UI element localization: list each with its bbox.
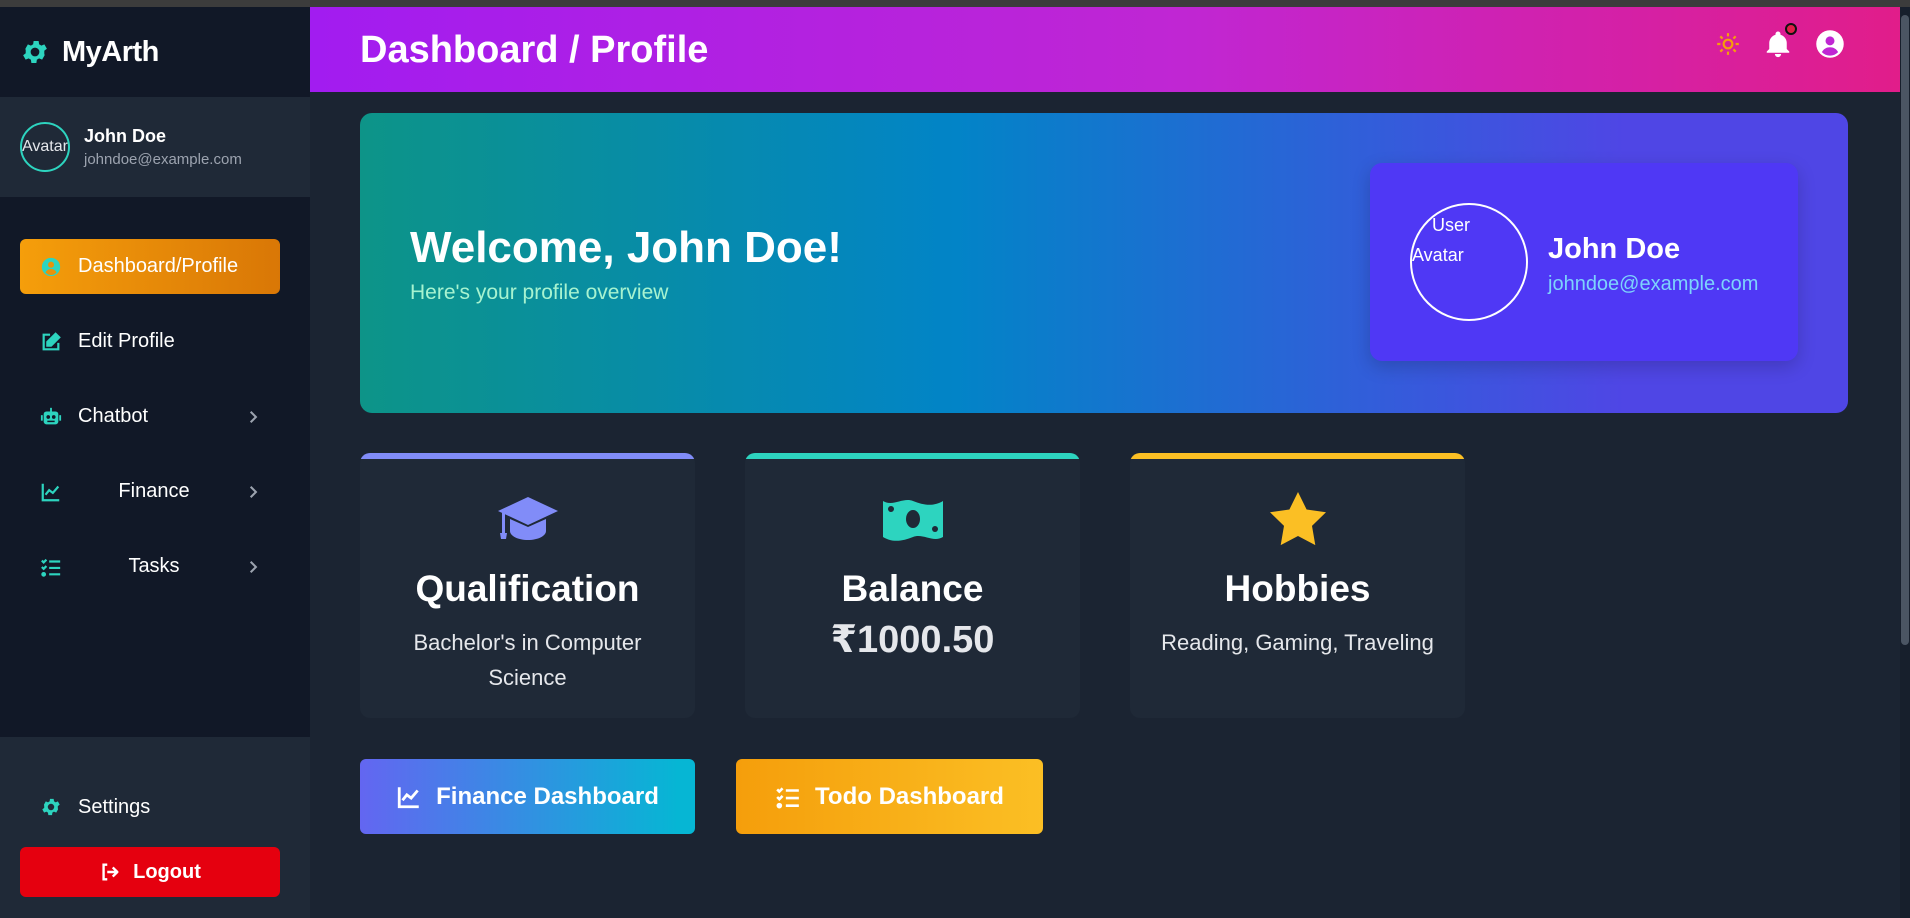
chart-line-icon <box>397 786 419 808</box>
logout-button[interactable]: Logout <box>20 847 280 897</box>
header-actions <box>1715 23 1845 59</box>
welcome-banner: Welcome, John Doe! Here's your profile o… <box>360 113 1848 413</box>
user-summary: Avatar John Doe johndoe@example.com <box>0 97 310 197</box>
card-title: Qualification <box>415 568 640 609</box>
finance-dashboard-button[interactable]: Finance Dashboard <box>360 759 695 834</box>
sidebar-footer: Settings Logout <box>0 737 310 918</box>
avatar: Avatar <box>20 122 70 172</box>
avatar-alt-text: User <box>1432 215 1471 235</box>
button-label: Todo Dashboard <box>815 782 1004 810</box>
sidebar-item-label: Finance <box>118 480 190 502</box>
sidebar-item-dashboard-profile[interactable]: Dashboard/Profile <box>20 239 280 294</box>
sidebar-item-finance[interactable]: Finance <box>20 464 280 519</box>
user-email: johndoe@example.com <box>84 151 242 168</box>
avatar-alt-text: Avatar <box>22 138 68 155</box>
tasks-icon <box>776 786 799 808</box>
card-title: Hobbies <box>1224 568 1371 609</box>
hobbies-card: Hobbies Reading, Gaming, Traveling <box>1130 453 1465 718</box>
logout-label: Logout <box>133 860 201 883</box>
chevron-right-icon <box>249 560 258 573</box>
sidebar-item-label: Edit Profile <box>78 330 175 352</box>
chevron-right-icon <box>249 410 258 423</box>
welcome-title: Welcome, John Doe! <box>410 223 842 272</box>
page-title: Dashboard / Profile <box>360 29 709 71</box>
button-label: Finance Dashboard <box>436 782 659 810</box>
gear-icon <box>23 41 47 63</box>
sign-out-icon <box>102 863 119 881</box>
graduation-cap-icon <box>497 497 558 540</box>
scrollbar-thumb[interactable] <box>1901 15 1909 645</box>
card-accent-bar <box>745 453 1080 459</box>
settings-label: Settings <box>78 795 151 818</box>
sidebar-item-chatbot[interactable]: Chatbot <box>20 389 280 444</box>
money-bill-icon <box>882 500 943 541</box>
welcome-subtitle: Here's your profile overview <box>410 281 669 304</box>
chevron-right-icon <box>249 485 258 498</box>
user-circle-icon <box>41 257 61 276</box>
sidebar-item-label: Dashboard/Profile <box>78 255 239 277</box>
app-name: MyArth <box>62 35 159 68</box>
balance-card: Balance ₹1000.50 <box>745 453 1080 718</box>
notifications-button[interactable] <box>1763 23 1797 59</box>
chart-line-icon <box>41 483 60 501</box>
avatar-alt-text: Avatar <box>1412 245 1464 265</box>
notification-badge <box>1785 23 1797 35</box>
card-value: Bachelor's in Computer Science <box>413 630 642 690</box>
card-value: Reading, Gaming, Traveling <box>1161 630 1434 655</box>
user-name: John Doe <box>84 126 167 146</box>
account-icon[interactable] <box>1815 29 1845 59</box>
todo-dashboard-button[interactable]: Todo Dashboard <box>736 759 1043 834</box>
card-value: ₹1000.50 <box>830 619 995 661</box>
qualification-card: Qualification Bachelor's in Computer Sci… <box>360 453 695 718</box>
sidebar-item-label: Chatbot <box>78 405 149 427</box>
card-accent-bar <box>1130 453 1465 459</box>
window-top-strip <box>0 0 1910 7</box>
profile-card: User Avatar John Doe johndoe@example.com <box>1370 163 1798 361</box>
profile-name: John Doe <box>1548 233 1681 265</box>
sidebar: MyArth Avatar John Doe johndoe@example.c… <box>0 7 310 918</box>
sidebar-item-label: Tasks <box>128 555 180 577</box>
theme-toggle-icon[interactable] <box>1715 31 1741 57</box>
card-title: Balance <box>841 568 984 609</box>
sidebar-item-edit-profile[interactable]: Edit Profile <box>20 314 280 369</box>
card-accent-bar <box>360 453 695 459</box>
settings-link[interactable]: Settings <box>20 787 280 827</box>
gear-icon <box>42 798 60 816</box>
page-scrollbar[interactable] <box>1900 7 1910 918</box>
tasks-icon <box>41 558 61 577</box>
avatar: User Avatar <box>1410 203 1528 321</box>
sidebar-nav: Dashboard/Profile Edit Profile Chatbot F… <box>20 239 280 614</box>
profile-email: johndoe@example.com <box>1548 273 1759 295</box>
top-header: Dashboard / Profile <box>310 7 1900 92</box>
main-content: Dashboard / Profile Welcome, John Doe! H… <box>310 7 1900 918</box>
edit-icon <box>42 331 61 350</box>
brand[interactable]: MyArth <box>0 7 310 97</box>
robot-icon <box>40 407 62 424</box>
star-icon <box>1269 492 1326 546</box>
sidebar-item-tasks[interactable]: Tasks <box>20 539 280 594</box>
